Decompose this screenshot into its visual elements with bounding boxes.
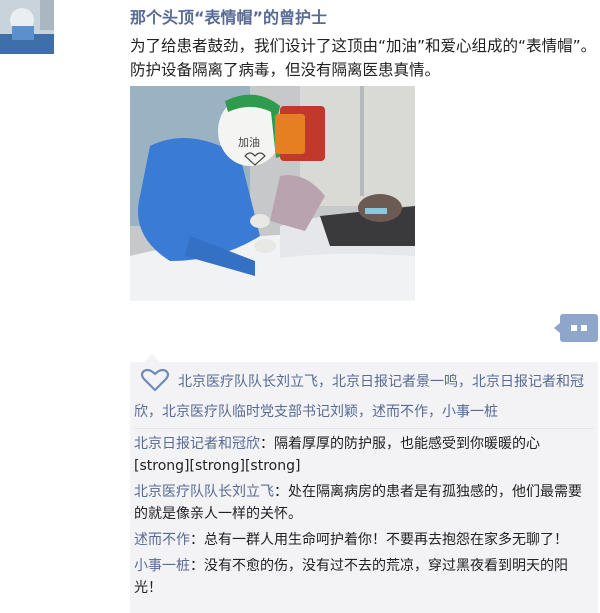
comment-author[interactable]: 北京日报记者和冠欣 (134, 436, 260, 452)
comment-item[interactable]: 小事一桩：没有不愈的伤，没有过不去的荒凉，穿过黑夜看到明天的阳光！ (134, 555, 594, 599)
comment-author[interactable]: 小事一桩 (134, 558, 190, 574)
comment-item[interactable]: 北京医疗队队长刘立飞：处在隔离病房的患者是有孤独感的，他们最需要的就是像亲人一样… (134, 481, 594, 525)
comment-separator: ： (274, 484, 288, 500)
comment-item[interactable]: 述而不作：总有一群人用生命呵护着你！不要再去抱怨在家多无聊了！ (134, 529, 594, 551)
heart-icon (140, 368, 170, 400)
comment-button[interactable] (554, 314, 598, 342)
avatar[interactable] (0, 0, 54, 54)
comment-item[interactable]: 北京日报记者和冠欣：隔着厚厚的防护服，也能感受到你暖暖的心[strong][st… (134, 433, 594, 477)
interaction-panel: 北京医疗队队长刘立飞，北京日报记者景一鸣，北京日报记者和冠欣，北京医疗队临时党支… (130, 354, 598, 613)
post-title: 那个头顶“表情帽”的曾护士 (130, 8, 328, 27)
comment-text: 总有一群人用生命呵护着你！不要再去抱怨在家多无聊了！ (204, 532, 568, 548)
post-photo[interactable]: 加油 (130, 86, 415, 301)
likes-names[interactable]: 北京医疗队队长刘立飞，北京日报记者景一鸣，北京日报记者和冠欣，北京医疗队临时党支… (134, 374, 584, 420)
post-text: 为了给患者鼓劲，我们设计了这顶由“加油”和爱心组成的“表情帽”。防护设备隔离了病… (130, 37, 597, 79)
comment-dot (581, 325, 587, 331)
hat-text: 加油 (238, 135, 260, 149)
comment-author[interactable]: 述而不作 (134, 532, 190, 548)
likes-row: 北京医疗队队长刘立飞，北京日报记者景一鸣，北京日报记者和冠欣，北京医疗队临时党支… (134, 368, 594, 429)
comment-dots-icon (571, 325, 577, 331)
comment-separator: ： (190, 532, 204, 548)
comment-separator: ： (190, 558, 204, 574)
comment-separator: ： (260, 436, 274, 452)
comment-author[interactable]: 北京医疗队队长刘立飞 (134, 484, 274, 500)
